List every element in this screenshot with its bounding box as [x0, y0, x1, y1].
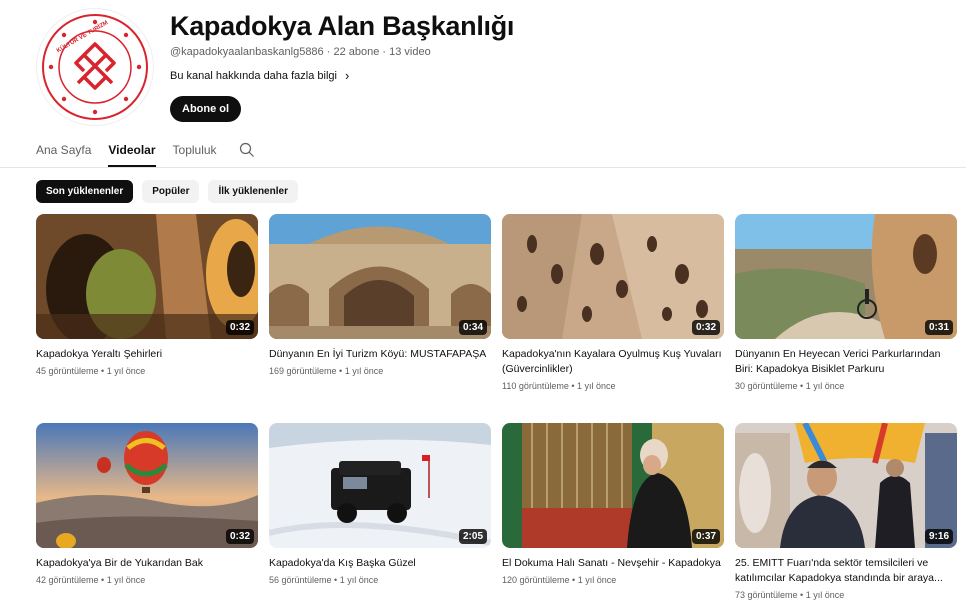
search-icon[interactable] — [238, 141, 256, 159]
tabs-divider — [0, 167, 966, 168]
ministry-logo-icon: KÜLTÜR VE TURİZM — [39, 11, 151, 123]
channel-title: Kapadokya Alan Başkanlığı — [170, 11, 515, 41]
channel-info: Kapadokya Alan Başkanlığı @kapadokyaalan… — [170, 10, 514, 83]
video-card[interactable]: 0:32 Kapadokya'nın Kayalara Oyulmuş Kuş … — [502, 214, 724, 391]
video-title[interactable]: 25. EMITT Fuarı'nda sektör temsilcileri … — [735, 556, 957, 586]
video-thumbnail[interactable]: 0:32 — [36, 423, 258, 548]
video-meta: 73 görüntüleme • 1 yıl önce — [735, 590, 845, 600]
video-duration: 9:16 — [924, 529, 953, 544]
video-meta: 30 görüntüleme • 1 yıl önce — [735, 381, 845, 391]
video-duration: 0:32 — [691, 320, 720, 335]
video-card[interactable]: 2:05 Kapadokya'da Kış Başka Güzel 56 gör… — [269, 423, 491, 585]
video-thumbnail[interactable]: 0:34 — [269, 214, 491, 339]
video-duration: 0:37 — [691, 529, 720, 544]
video-title[interactable]: Kapadokya Yeraltı Şehirleri — [36, 347, 258, 362]
video-title[interactable]: El Dokuma Halı Sanatı - Nevşehir - Kapad… — [502, 556, 724, 571]
video-meta: 45 görüntüleme • 1 yıl önce — [36, 366, 146, 376]
video-title[interactable]: Kapadokya'ya Bir de Yukarıdan Bak — [36, 556, 258, 571]
video-duration: 0:32 — [225, 320, 254, 335]
chevron-right-icon: › — [344, 68, 350, 83]
video-duration: 0:34 — [458, 320, 487, 335]
video-duration: 0:31 — [924, 320, 953, 335]
chip-popular[interactable]: Popüler — [142, 180, 200, 203]
subscribe-button[interactable]: Abone ol — [170, 96, 242, 122]
video-thumbnail[interactable]: 0:37 — [502, 423, 724, 548]
video-duration: 2:05 — [458, 529, 487, 544]
sort-chips: Son yüklenenler Popüler İlk yüklenenler — [36, 180, 307, 203]
channel-header: KÜLTÜR VE TURİZM Kapadokya Alan Başkanlı… — [36, 8, 936, 126]
video-thumbnail[interactable]: 9:16 — [735, 423, 957, 548]
video-thumbnail[interactable]: 0:31 — [735, 214, 957, 339]
video-thumbnail[interactable]: 0:32 — [502, 214, 724, 339]
video-card[interactable]: 0:31 Dünyanın En Heyecan Verici Parkurla… — [735, 214, 957, 391]
tab-home[interactable]: Ana Sayfa — [36, 143, 91, 165]
video-card[interactable]: 0:34 Dünyanın En İyi Turizm Köyü: MUSTAF… — [269, 214, 491, 376]
channel-meta: @kapadokyaalanbaskanlg5886 · 22 abone · … — [170, 46, 431, 58]
video-thumbnail[interactable]: 2:05 — [269, 423, 491, 548]
video-meta: 110 görüntüleme • 1 yıl önce — [502, 381, 616, 391]
channel-tabs: Ana Sayfa Videolar Topluluk — [36, 138, 256, 167]
video-card[interactable]: 9:16 25. EMITT Fuarı'nda sektör temsilci… — [735, 423, 957, 600]
video-meta: 56 görüntüleme • 1 yıl önce — [269, 575, 379, 585]
video-thumbnail[interactable]: 0:32 — [36, 214, 258, 339]
video-meta: 169 görüntüleme • 1 yıl önce — [269, 366, 384, 376]
video-title[interactable]: Dünyanın En Heyecan Verici Parkurlarında… — [735, 347, 957, 377]
chip-latest[interactable]: Son yüklenenler — [36, 180, 134, 203]
tab-videos[interactable]: Videolar — [108, 143, 156, 167]
video-title[interactable]: Kapadokya'da Kış Başka Güzel — [269, 556, 491, 571]
video-meta: 120 görüntüleme • 1 yıl önce — [502, 575, 617, 585]
video-duration: 0:32 — [225, 529, 254, 544]
video-title[interactable]: Dünyanın En İyi Turizm Köyü: MUSTAFAPAŞA — [269, 347, 491, 362]
channel-avatar[interactable]: KÜLTÜR VE TURİZM — [36, 8, 154, 126]
chip-oldest[interactable]: İlk yüklenenler — [208, 180, 298, 203]
video-card[interactable]: 0:32 Kapadokya Yeraltı Şehirleri 45 görü… — [36, 214, 258, 376]
tab-community[interactable]: Topluluk — [173, 143, 217, 165]
video-card[interactable]: 0:37 El Dokuma Halı Sanatı - Nevşehir - … — [502, 423, 724, 585]
video-meta: 42 görüntüleme • 1 yıl önce — [36, 575, 146, 585]
channel-about-label: Bu kanal hakkında daha fazla bilgi — [170, 69, 337, 82]
channel-about-link[interactable]: Bu kanal hakkında daha fazla bilgi › — [170, 68, 514, 83]
video-title[interactable]: Kapadokya'nın Kayalara Oyulmuş Kuş Yuval… — [502, 347, 724, 377]
video-card[interactable]: 0:32 Kapadokya'ya Bir de Yukarıdan Bak 4… — [36, 423, 258, 585]
